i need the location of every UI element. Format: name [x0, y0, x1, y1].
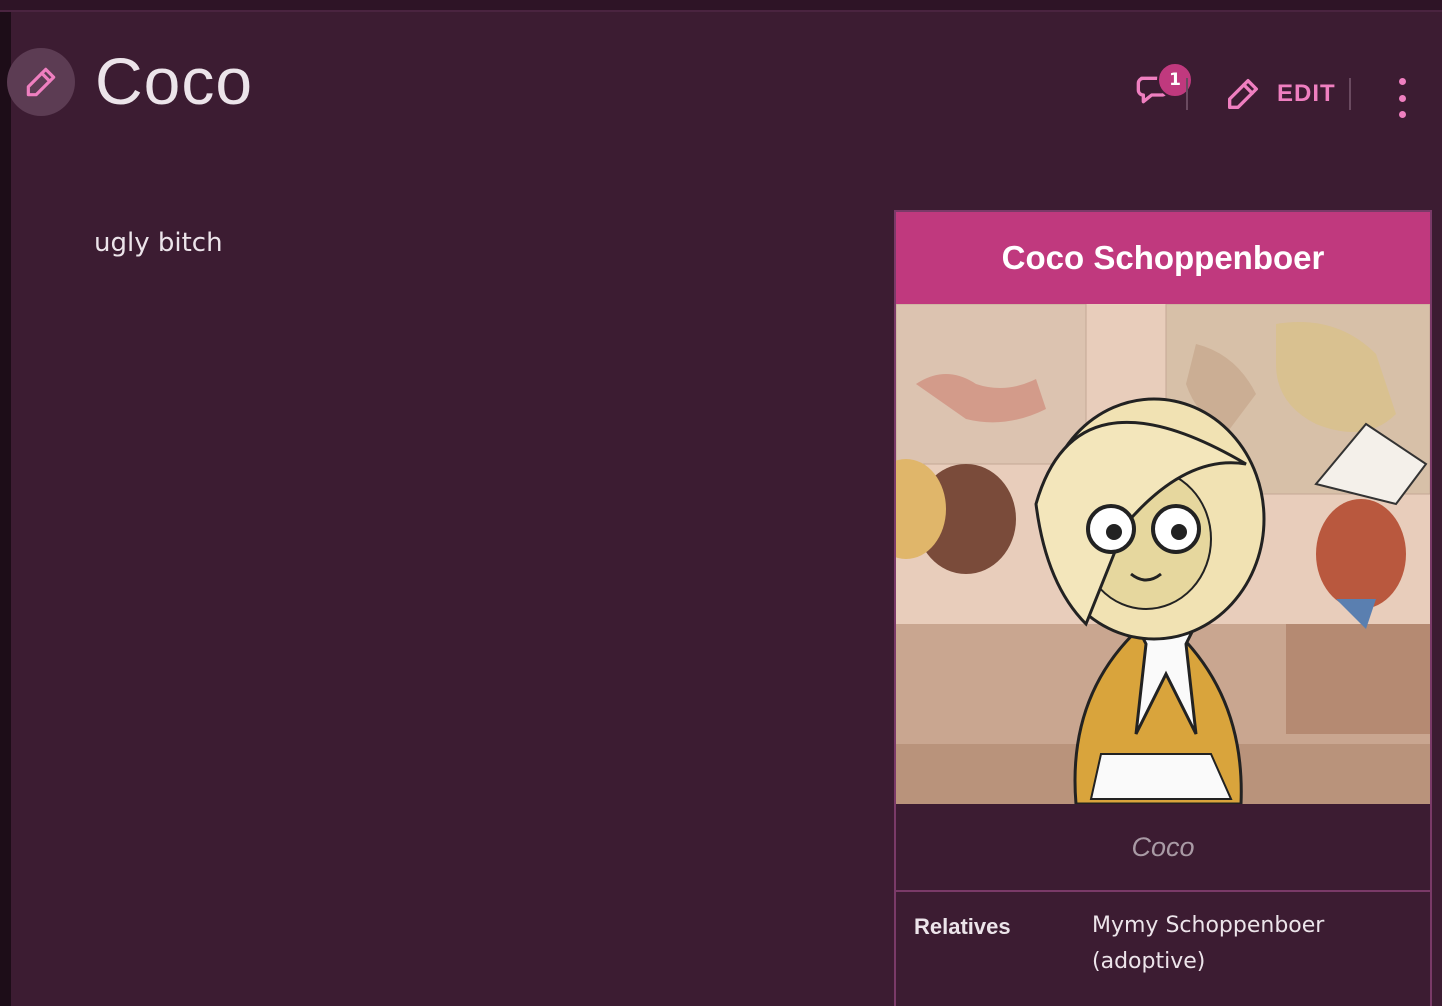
more-options-button[interactable] — [1387, 78, 1417, 118]
image-caption: Coco — [896, 804, 1430, 892]
infobox-row-relatives: Relatives Mymy Schoppenboer (adoptive) — [896, 892, 1430, 980]
row-label: Relatives — [914, 914, 1011, 939]
top-bar — [0, 0, 1442, 12]
edit-button[interactable]: EDIT — [1223, 72, 1336, 116]
row-value[interactable]: Mymy Schoppenboer (adoptive) — [1092, 908, 1352, 980]
character-image — [896, 304, 1430, 804]
edit-label: EDIT — [1277, 80, 1336, 107]
floating-edit-button[interactable] — [7, 48, 75, 116]
infobox: Coco Schoppenboer Coco Relatives Mymy Sc… — [894, 210, 1432, 1006]
infobox-title: Coco Schoppenboer — [896, 212, 1430, 304]
article-text: ugly bitch — [94, 228, 223, 258]
toolbar-divider — [1186, 78, 1188, 110]
page-title: Coco — [95, 44, 254, 118]
pencil-icon — [26, 67, 56, 97]
more-vertical-icon — [1398, 78, 1406, 85]
left-edge — [0, 0, 11, 1006]
toolbar-divider — [1349, 78, 1351, 110]
pencil-icon — [1228, 79, 1258, 110]
